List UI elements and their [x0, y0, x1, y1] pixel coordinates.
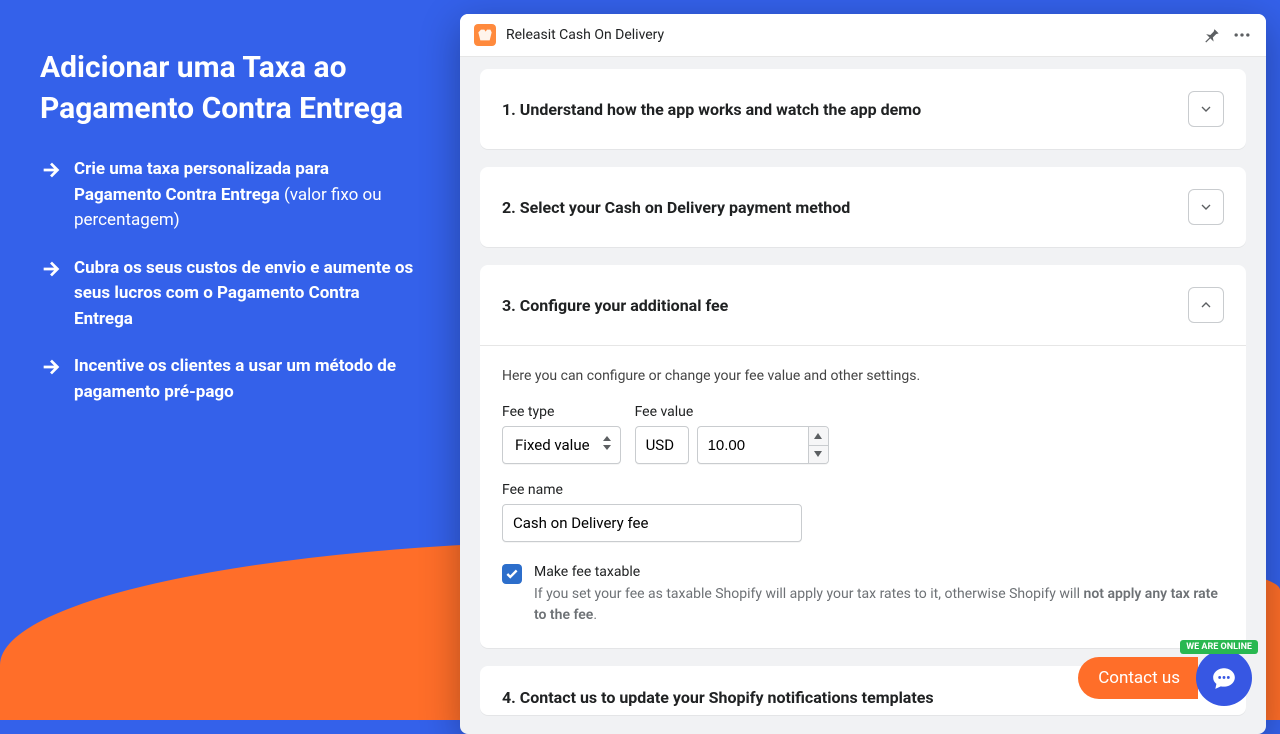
arrow-right-icon: [40, 159, 62, 181]
select-arrows-icon: [602, 436, 612, 454]
check-icon: [505, 567, 519, 581]
step-header[interactable]: 1. Understand how the app works and watc…: [480, 69, 1246, 149]
step-title: 4. Contact us to update your Shopify not…: [502, 688, 934, 707]
step-body: Here you can configure or change your fe…: [480, 345, 1246, 648]
app-title: Releasit Cash On Delivery: [506, 27, 1192, 43]
chevron-down-icon: [1198, 101, 1214, 117]
fee-type-value-row: Fee type Fixed value Fee value USD: [502, 404, 1224, 464]
fee-name-group: Fee name Cash on Delivery fee: [502, 482, 1224, 542]
app-header: Releasit Cash On Delivery: [460, 14, 1266, 57]
page-title: Adicionar uma Taxa ao Pagamento Contra E…: [40, 48, 420, 129]
steps-container: 1. Understand how the app works and watc…: [460, 57, 1266, 727]
expand-button[interactable]: [1188, 189, 1224, 225]
fee-value-label: Fee value: [635, 404, 829, 420]
step-header[interactable]: 3. Configure your additional fee: [480, 265, 1246, 345]
more-menu-icon[interactable]: [1232, 25, 1252, 45]
online-badge: WE ARE ONLINE: [1180, 640, 1258, 654]
fee-value-group: Fee value USD: [635, 404, 829, 464]
step-card-1: 1. Understand how the app works and watc…: [480, 69, 1246, 149]
fee-value-input-wrapper: [697, 426, 829, 464]
bullet-item: Crie uma taxa personalizada para Pagamen…: [40, 157, 420, 234]
step-title: 3. Configure your additional fee: [502, 296, 728, 315]
taxable-help: If you set your fee as taxable Shopify w…: [534, 584, 1224, 626]
collapse-button[interactable]: [1188, 287, 1224, 323]
taxable-label: Make fee taxable: [534, 564, 1224, 580]
bullet-item: Incentive os clientes a usar um método d…: [40, 354, 420, 405]
chat-icon: [1211, 665, 1237, 691]
chevron-up-icon: [1198, 297, 1214, 313]
marketing-panel: Adicionar uma Taxa ao Pagamento Contra E…: [40, 48, 420, 427]
expand-button[interactable]: [1188, 91, 1224, 127]
app-window: Releasit Cash On Delivery 1. Understand …: [460, 14, 1266, 734]
taxable-row: Make fee taxable If you set your fee as …: [502, 564, 1224, 626]
config-intro: Here you can configure or change your fe…: [502, 368, 1224, 384]
chat-button[interactable]: WE ARE ONLINE: [1196, 650, 1252, 706]
pin-icon[interactable]: [1202, 25, 1222, 45]
fee-name-label: Fee name: [502, 482, 1224, 498]
stepper-up-button[interactable]: [808, 427, 828, 446]
step-header[interactable]: 2. Select your Cash on Delivery payment …: [480, 167, 1246, 247]
fee-type-label: Fee type: [502, 404, 621, 420]
currency-display: USD: [635, 426, 689, 464]
fee-name-input[interactable]: Cash on Delivery fee: [502, 504, 802, 542]
contact-us-button[interactable]: Contact us: [1078, 657, 1198, 699]
fee-type-select[interactable]: Fixed value: [502, 426, 621, 464]
bullet-item: Cubra os seus custos de envio e aumente …: [40, 256, 420, 333]
step-card-3: 3. Configure your additional fee Here yo…: [480, 265, 1246, 648]
bullet-list: Crie uma taxa personalizada para Pagamen…: [40, 157, 420, 405]
arrow-right-icon: [40, 356, 62, 378]
step-title: 2. Select your Cash on Delivery payment …: [502, 198, 850, 217]
fee-type-group: Fee type Fixed value: [502, 404, 621, 464]
stepper-down-button[interactable]: [808, 446, 828, 464]
step-card-2: 2. Select your Cash on Delivery payment …: [480, 167, 1246, 247]
app-logo-icon: [474, 24, 496, 46]
contact-widget: Contact us WE ARE ONLINE: [1078, 650, 1252, 706]
arrow-right-icon: [40, 258, 62, 280]
taxable-checkbox[interactable]: [502, 564, 522, 584]
step-title: 1. Understand how the app works and watc…: [502, 100, 921, 119]
chevron-down-icon: [1198, 199, 1214, 215]
